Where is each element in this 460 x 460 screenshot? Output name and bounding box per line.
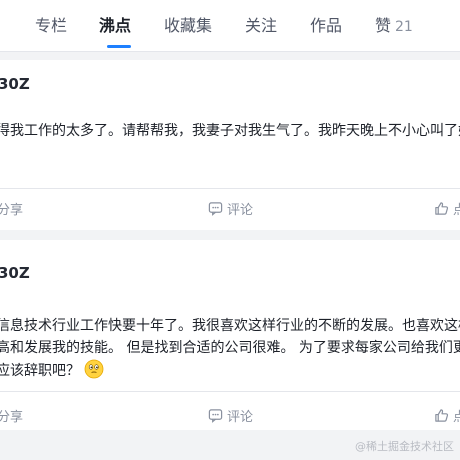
tab-likes-count: 21 bbox=[395, 19, 413, 35]
comment-button[interactable]: 评论 bbox=[208, 406, 253, 425]
author-name[interactable]: 30Z bbox=[0, 75, 30, 93]
tab-pins[interactable]: 沸点 bbox=[99, 16, 131, 36]
pin-content-line-text: 应该辞职吧？ bbox=[0, 363, 80, 379]
pin-card: 30Z 得我工作的太多了。请帮帮我，我妻子对我生气了。我昨天晚上不小心叫了她“老… bbox=[0, 60, 460, 230]
card-divider bbox=[0, 391, 460, 392]
like-button[interactable]: 点 bbox=[434, 199, 460, 218]
profile-tabs: 专栏 沸点 收藏集 关注 作品 赞 21 bbox=[0, 0, 460, 52]
share-button[interactable]: 分享 bbox=[0, 406, 23, 425]
tab-column[interactable]: 专栏 bbox=[35, 16, 67, 36]
pin-card: 30Z 信息技术行业工作快要十年了。我很喜欢这样行业的不断的发展。也喜欢这样的 … bbox=[0, 240, 460, 430]
comment-icon bbox=[208, 409, 223, 423]
pin-content-line: 应该辞职吧？ bbox=[0, 359, 460, 382]
comment-label: 评论 bbox=[227, 410, 254, 425]
thumbs-up-icon bbox=[435, 409, 449, 422]
pin-content[interactable]: 得我工作的太多了。请帮帮我，我妻子对我生气了。我昨天晚上不小心叫了她“老 bbox=[0, 120, 460, 142]
active-tab-indicator bbox=[107, 45, 131, 48]
like-label: 点 bbox=[453, 410, 460, 425]
pin-content[interactable]: 信息技术行业工作快要十年了。我很喜欢这样行业的不断的发展。也喜欢这样的 高和发展… bbox=[0, 315, 460, 382]
share-label: 分享 bbox=[0, 410, 24, 425]
comment-button[interactable]: 评论 bbox=[208, 199, 253, 218]
author-name[interactable]: 30Z bbox=[0, 264, 30, 282]
share-button[interactable]: 分享 bbox=[0, 199, 23, 218]
comment-icon bbox=[208, 202, 223, 216]
tab-following[interactable]: 关注 bbox=[245, 16, 277, 36]
comment-label: 评论 bbox=[227, 203, 254, 218]
tab-works[interactable]: 作品 bbox=[310, 16, 342, 36]
tab-likes-label: 赞 bbox=[375, 16, 392, 35]
tab-likes[interactable]: 赞 21 bbox=[375, 16, 413, 37]
pin-content-line: 高和发展我的技能。 但是找到合适的公司很难。 为了要求每家公司给我们更好的 bbox=[0, 340, 460, 356]
watermark: @稀土掘金技术社区 bbox=[355, 440, 454, 453]
share-label: 分享 bbox=[0, 203, 24, 218]
like-button[interactable]: 点 bbox=[434, 406, 460, 425]
pin-content-line: 得我工作的太多了。请帮帮我，我妻子对我生气了。我昨天晚上不小心叫了她“老 bbox=[0, 123, 460, 139]
thumbs-up-icon bbox=[435, 202, 449, 215]
pin-content-line: 信息技术行业工作快要十年了。我很喜欢这样行业的不断的发展。也喜欢这样的 bbox=[0, 318, 460, 334]
tab-collections[interactable]: 收藏集 bbox=[164, 16, 212, 36]
like-label: 点 bbox=[453, 203, 460, 218]
thinking-emoji-icon bbox=[84, 359, 104, 379]
card-divider bbox=[0, 188, 460, 189]
